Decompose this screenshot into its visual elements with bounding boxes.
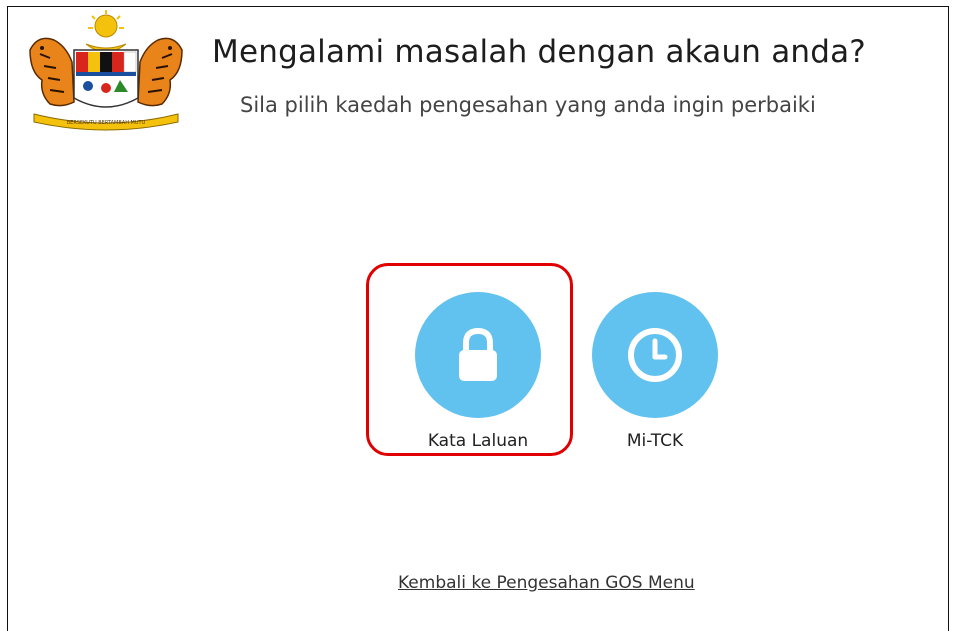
- option-password-circle[interactable]: [415, 292, 541, 418]
- option-password-button[interactable]: Kata Laluan: [413, 292, 543, 451]
- option-mitck-label: Mi-TCK: [626, 431, 684, 451]
- lock-icon: [459, 327, 497, 381]
- option-mitck-button[interactable]: Mi-TCK: [590, 292, 720, 451]
- page-title: Mengalami masalah dengan akaun anda?: [212, 34, 866, 70]
- page-subtitle: Sila pilih kaedah pengesahan yang anda i…: [240, 93, 816, 117]
- crest-motto: BERSEKUTU BERTAMBAH MUTU: [67, 120, 146, 126]
- option-password-label: Kata Laluan: [427, 431, 529, 451]
- malaysia-coat-of-arms-icon: BERSEKUTU BERTAMBAH MUTU: [29, 10, 183, 131]
- option-mitck-circle[interactable]: [592, 292, 718, 418]
- back-to-gos-menu-link[interactable]: Kembali ke Pengesahan GOS Menu: [398, 573, 695, 593]
- clock-icon: [628, 328, 682, 382]
